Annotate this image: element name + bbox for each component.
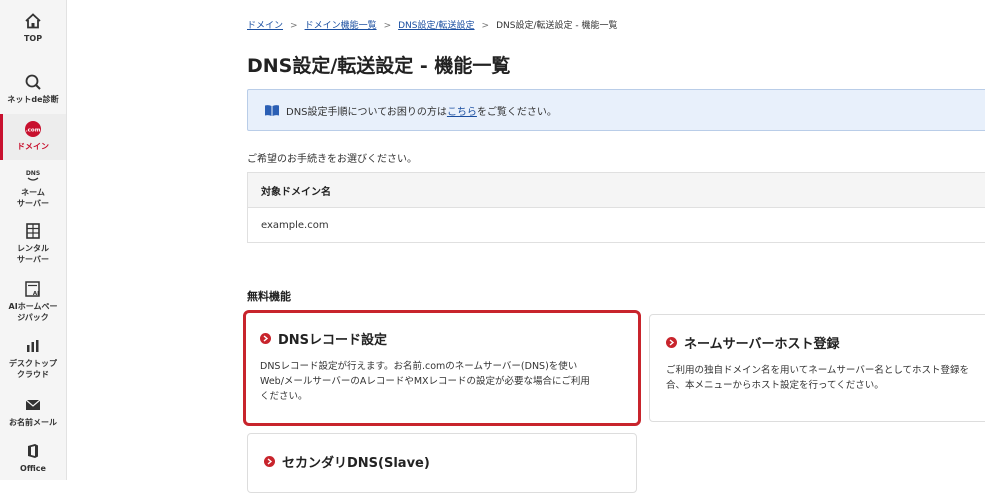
breadcrumb-separator: >	[482, 21, 490, 31]
sidebar-item-domain[interactable]: .com ドメイン	[0, 114, 66, 160]
chevron-right-icon	[260, 333, 271, 344]
sidebar-item-label: デスクトップ クラウド	[9, 358, 57, 380]
magnifier-icon	[24, 73, 42, 91]
info-text-after: をご覧ください。	[477, 103, 557, 118]
sidebar-item-label: ドメイン	[17, 141, 49, 152]
sidebar-item-label: TOP	[24, 33, 42, 44]
section-title-free-features: 無料機能	[247, 288, 291, 304]
sidebar: TOP ネットde診断 .com ドメイン DNS ネーム サーバー レンタル …	[0, 0, 67, 480]
sidebar-item-label: レンタル サーバー	[17, 243, 49, 265]
server-icon	[24, 222, 42, 240]
instruction-text: ご希望のお手続きをお選びください。	[247, 150, 417, 165]
table-header: 対象ドメイン名	[248, 173, 985, 208]
card-description: DNSレコード設定が行えます。お名前.comのネームサーバー(DNS)を使い W…	[260, 359, 624, 404]
page-title: DNS設定/転送設定 - 機能一覧	[247, 51, 510, 78]
chevron-right-icon	[666, 337, 677, 348]
main-content: ドメイン > ドメイン機能一覧 > DNS設定/転送設定 > DNS設定/転送設定 - 機能…	[247, 0, 985, 480]
sidebar-item-desktop-cloud[interactable]: デスクトップ クラウド	[0, 337, 66, 385]
sidebar-item-rental-server[interactable]: レンタル サーバー	[0, 222, 66, 270]
cloud-icon	[24, 337, 42, 355]
sidebar-item-net-diagnosis[interactable]: ネットde診断	[0, 73, 66, 113]
svg-text:AI: AI	[33, 291, 39, 297]
card-title: セカンダリDNS(Slave)	[282, 452, 430, 471]
card-description: ご利用の独自ドメイン名を用いてネームサーバー名としてホスト登録を 合、本メニュー…	[666, 363, 982, 393]
breadcrumb: ドメイン > ドメイン機能一覧 > DNS設定/転送設定 > DNS設定/転送設定 - 機能…	[247, 18, 617, 31]
sidebar-item-label: ネーム サーバー	[17, 187, 49, 209]
dns-record-settings-card[interactable]: DNSレコード設定 DNSレコード設定が行えます。お名前.comのネームサーバー…	[243, 310, 641, 426]
home-icon	[24, 12, 42, 30]
card-title-row: セカンダリDNS(Slave)	[264, 452, 620, 471]
breadcrumb-link-domain[interactable]: ドメイン	[247, 21, 283, 31]
dns-icon: DNS	[24, 166, 42, 184]
nameserver-host-registration-card[interactable]: ネームサーバーホスト登録 ご利用の独自ドメイン名を用いてネームサーバー名としてホ…	[649, 314, 985, 422]
info-text-before: DNS設定手順についてお困りの方は	[286, 103, 447, 118]
card-title: DNSレコード設定	[278, 329, 387, 348]
sidebar-item-label: お名前メール	[9, 417, 57, 428]
secondary-dns-card[interactable]: セカンダリDNS(Slave)	[247, 433, 637, 493]
card-title: ネームサーバーホスト登録	[684, 333, 839, 352]
svg-text:.com: .com	[26, 128, 41, 134]
mail-icon	[24, 396, 42, 414]
sidebar-item-office[interactable]: Office	[0, 442, 66, 478]
office-icon	[24, 442, 42, 460]
info-box: DNS設定手順についてお困りの方はこちらをご覧ください。	[247, 89, 985, 131]
breadcrumb-link-dns-settings[interactable]: DNS設定/転送設定	[398, 21, 474, 31]
sidebar-item-label: AIホームペー ジパック	[9, 301, 58, 323]
sidebar-item-onamae-mail[interactable]: お名前メール	[0, 396, 66, 432]
breadcrumb-separator: >	[384, 21, 392, 31]
breadcrumb-link-domain-features[interactable]: ドメイン機能一覧	[305, 21, 377, 31]
breadcrumb-separator: >	[290, 21, 298, 31]
domain-name-cell: example.com	[248, 208, 985, 243]
info-link-here[interactable]: こちら	[447, 103, 477, 118]
sidebar-item-label: Office	[20, 463, 46, 474]
ai-page-icon: AI	[24, 280, 42, 298]
sidebar-item-nameserver[interactable]: DNS ネーム サーバー	[0, 166, 66, 214]
sidebar-item-label: ネットde診断	[7, 94, 58, 105]
book-icon	[264, 104, 280, 117]
target-domain-table: 対象ドメイン名 example.com	[247, 172, 985, 243]
breadcrumb-current: DNS設定/転送設定 - 機能一覧	[496, 21, 617, 31]
sidebar-item-top[interactable]: TOP	[0, 12, 66, 52]
chevron-right-icon	[264, 456, 275, 467]
card-title-row: DNSレコード設定	[260, 329, 624, 348]
sidebar-item-ai-homepage[interactable]: AI AIホームペー ジパック	[0, 280, 66, 328]
card-title-row: ネームサーバーホスト登録	[666, 333, 982, 352]
dotcom-icon: .com	[24, 120, 42, 138]
svg-text:DNS: DNS	[26, 170, 40, 177]
